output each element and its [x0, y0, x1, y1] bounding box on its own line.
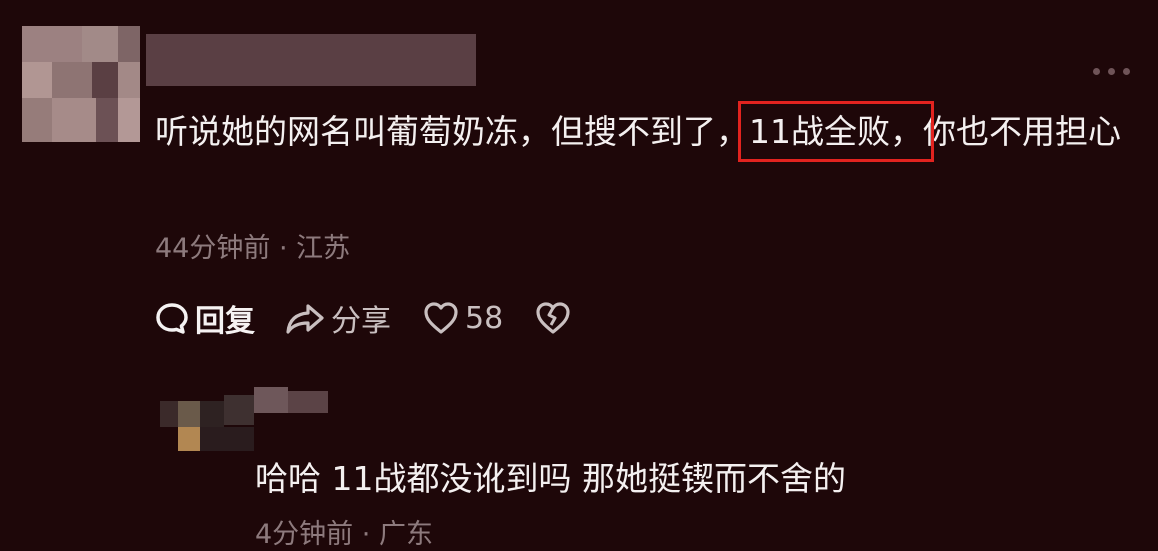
- comment-text-after: 你也不用担心: [923, 112, 1121, 151]
- comment-meta: 44分钟前 · 江苏: [155, 226, 350, 265]
- reply-icon: [156, 303, 188, 334]
- share-button[interactable]: 分享: [285, 296, 391, 340]
- reply-label: 回复: [195, 304, 255, 339]
- highlighted-text: 11战全败，: [738, 101, 934, 162]
- comment-actions: 回复 分享 58: [155, 296, 571, 340]
- comment-author-avatar[interactable]: [22, 26, 140, 142]
- comment-author-name[interactable]: [146, 34, 476, 86]
- reply-meta: 4分钟前 · 广东: [255, 512, 433, 551]
- like-count: 58: [465, 300, 504, 336]
- more-options-icon[interactable]: [1093, 68, 1130, 75]
- heart-icon: [424, 302, 458, 334]
- reply-button[interactable]: 回复: [155, 296, 255, 340]
- like-button[interactable]: 58: [423, 301, 503, 336]
- dislike-button[interactable]: [535, 301, 571, 335]
- comment-text-before: 听说她的网名叫葡萄奶冻，但搜不到了，: [155, 112, 749, 151]
- reply-time: 4分钟前: [255, 519, 354, 550]
- meta-separator: ·: [278, 233, 288, 264]
- share-icon: [286, 304, 324, 334]
- comment-text: 听说她的网名叫葡萄奶冻，但搜不到了，11战全败，你也不用担心: [155, 101, 1125, 162]
- reply-location: 广东: [378, 519, 433, 550]
- broken-heart-icon: [536, 302, 570, 334]
- reply-author-avatar[interactable]: [160, 387, 330, 451]
- share-label: 分享: [331, 304, 391, 339]
- reply-meta-separator: ·: [361, 519, 371, 550]
- comment-location: 江苏: [296, 233, 351, 264]
- reply-text: 哈哈 11战都没讹到吗 那她挺锲而不舍的: [255, 459, 846, 498]
- comment-time: 44分钟前: [155, 233, 271, 264]
